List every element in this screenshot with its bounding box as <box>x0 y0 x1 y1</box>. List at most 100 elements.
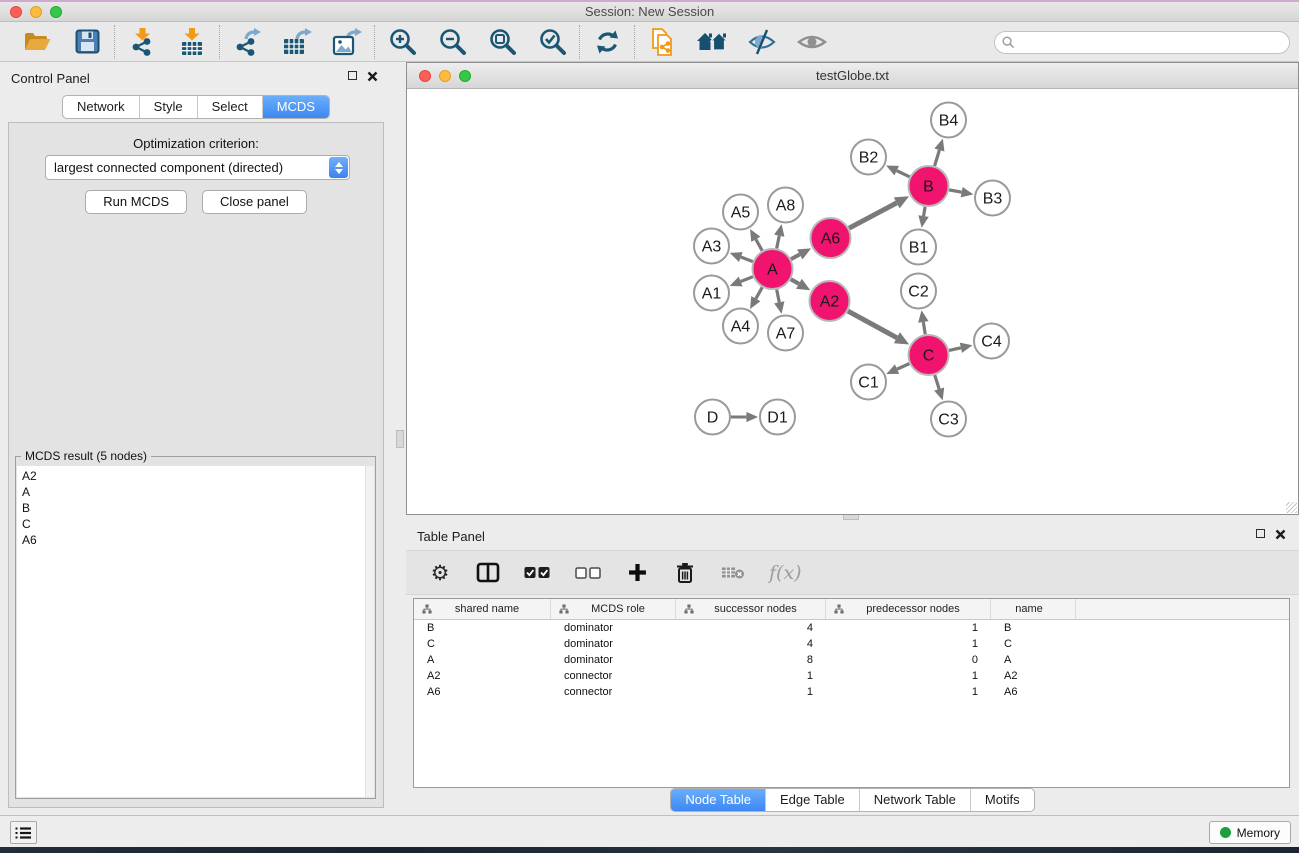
criterion-dropdown[interactable]: largest connected component (directed) <box>45 155 350 180</box>
tab-mcds[interactable]: MCDS <box>262 96 329 118</box>
graph-edge-A-A8[interactable] <box>777 236 780 249</box>
graph-edge-C-C1[interactable] <box>897 364 909 370</box>
graph-node-B2[interactable]: B2 <box>851 140 886 175</box>
graph-edge-A-A7[interactable] <box>777 290 780 303</box>
table-row[interactable]: A6connector11A6 <box>414 684 1289 700</box>
graph-edge-A-A1[interactable] <box>741 277 753 282</box>
graph-node-D1[interactable]: D1 <box>760 400 795 435</box>
graph-edge-A-A5[interactable] <box>756 239 762 250</box>
zoom-selected-button[interactable] <box>535 26 569 58</box>
resize-grip-icon[interactable] <box>1286 502 1297 513</box>
graph-node-A6[interactable]: A6 <box>811 218 851 258</box>
network-graph[interactable]: B4B2BB3A8A5A6A3B1AC2A1A2A4A7C4CC1DD1C3 <box>407 89 1298 514</box>
hide-all-columns-button[interactable] <box>575 559 601 587</box>
table-row[interactable]: A2connector11A2 <box>414 668 1289 684</box>
delete-column-button[interactable] <box>673 559 697 587</box>
delete-table-button[interactable] <box>721 559 745 587</box>
tab-network-table[interactable]: Network Table <box>859 789 970 811</box>
graph-node-A[interactable]: A <box>753 249 793 289</box>
function-builder-button[interactable]: f(x) <box>769 559 802 587</box>
float-table-panel-icon[interactable] <box>1256 529 1265 538</box>
result-item[interactable]: A <box>22 484 374 500</box>
export-image-button[interactable] <box>330 26 364 58</box>
node-table[interactable]: shared nameMCDS rolesuccessor nodesprede… <box>413 598 1290 788</box>
result-item[interactable]: B <box>22 500 374 516</box>
graph-edge-A6-B[interactable] <box>849 203 897 228</box>
graph-edge-C-C2[interactable] <box>923 322 925 334</box>
graph-node-D[interactable]: D <box>695 400 730 435</box>
column-header[interactable]: name <box>991 599 1076 619</box>
float-panel-icon[interactable] <box>348 71 357 80</box>
import-table-button[interactable] <box>175 26 209 58</box>
open-session-button[interactable] <box>20 26 54 58</box>
tab-network[interactable]: Network <box>63 96 139 118</box>
graph-edge-C-C3[interactable] <box>935 375 939 389</box>
graph-node-B4[interactable]: B4 <box>931 103 966 138</box>
zoom-in-button[interactable] <box>385 26 419 58</box>
zoom-network-button[interactable] <box>459 70 471 82</box>
graph-node-C2[interactable]: C2 <box>901 274 936 309</box>
minimize-window-button[interactable] <box>30 6 42 18</box>
table-row[interactable]: Cdominator41C <box>414 636 1289 652</box>
graph-node-A2[interactable]: A2 <box>810 281 850 321</box>
close-window-button[interactable] <box>10 6 22 18</box>
tab-node-table[interactable]: Node Table <box>671 789 765 811</box>
refresh-button[interactable] <box>590 26 624 58</box>
graph-node-B[interactable]: B <box>909 166 949 206</box>
graph-edge-B-B1[interactable] <box>924 207 926 216</box>
clone-network-button[interactable] <box>645 26 679 58</box>
zoom-out-button[interactable] <box>435 26 469 58</box>
close-panel-icon[interactable] <box>367 71 378 82</box>
search-input[interactable] <box>1019 34 1289 52</box>
minimize-network-button[interactable] <box>439 70 451 82</box>
graph-node-C1[interactable]: C1 <box>851 365 886 400</box>
column-header[interactable]: shared name <box>414 599 551 619</box>
zoom-window-button[interactable] <box>50 6 62 18</box>
show-panels-button[interactable] <box>795 26 829 58</box>
show-all-columns-button[interactable] <box>524 559 551 587</box>
task-history-button[interactable] <box>10 821 37 844</box>
close-panel-button[interactable]: Close panel <box>202 190 307 214</box>
network-canvas[interactable]: B4B2BB3A8A5A6A3B1AC2A1A2A4A7C4CC1DD1C3 <box>407 89 1298 514</box>
result-scrollbar[interactable] <box>365 466 374 797</box>
network-window-titlebar[interactable]: testGlobe.txt <box>407 63 1298 89</box>
graph-node-C[interactable]: C <box>909 335 949 375</box>
split-view-button[interactable] <box>476 559 500 587</box>
table-settings-button[interactable]: ⚙ <box>428 559 452 587</box>
table-row[interactable]: Bdominator41B <box>414 620 1289 636</box>
export-network-button[interactable] <box>230 26 264 58</box>
graph-node-C4[interactable]: C4 <box>974 324 1009 359</box>
graph-edge-B-B2[interactable] <box>897 171 910 177</box>
column-header[interactable]: MCDS role <box>551 599 676 619</box>
graph-edge-A-A2[interactable] <box>791 279 799 284</box>
home-button[interactable] <box>695 26 729 58</box>
result-item[interactable]: A6 <box>22 532 374 548</box>
save-session-button[interactable] <box>70 26 104 58</box>
result-item[interactable]: C <box>22 516 374 532</box>
hide-panels-button[interactable] <box>745 26 779 58</box>
tab-motifs[interactable]: Motifs <box>970 789 1034 811</box>
tab-select[interactable]: Select <box>197 96 262 118</box>
zoom-fit-button[interactable] <box>485 26 519 58</box>
graph-edge-B-B3[interactable] <box>949 190 962 192</box>
search-field[interactable] <box>994 31 1290 54</box>
graph-edge-C-C4[interactable] <box>949 348 961 351</box>
column-header[interactable]: successor nodes <box>676 599 826 619</box>
graph-node-B1[interactable]: B1 <box>901 230 936 265</box>
graph-node-A4[interactable]: A4 <box>723 309 758 344</box>
graph-edge-A2-C[interactable] <box>848 311 897 338</box>
vertical-split-handle[interactable] <box>396 430 404 448</box>
tab-edge-table[interactable]: Edge Table <box>765 789 859 811</box>
create-column-button[interactable] <box>625 559 649 587</box>
graph-node-A7[interactable]: A7 <box>768 316 803 351</box>
graph-edge-A-A6[interactable] <box>791 254 800 259</box>
graph-edge-A-A3[interactable] <box>741 257 753 262</box>
graph-node-A5[interactable]: A5 <box>723 195 758 230</box>
tab-style[interactable]: Style <box>139 96 197 118</box>
graph-node-A1[interactable]: A1 <box>694 276 729 311</box>
import-network-button[interactable] <box>125 26 159 58</box>
table-row[interactable]: Adominator80A <box>414 652 1289 668</box>
graph-node-A8[interactable]: A8 <box>768 188 803 223</box>
graph-node-C3[interactable]: C3 <box>931 402 966 437</box>
graph-edge-A-A4[interactable] <box>756 287 762 298</box>
